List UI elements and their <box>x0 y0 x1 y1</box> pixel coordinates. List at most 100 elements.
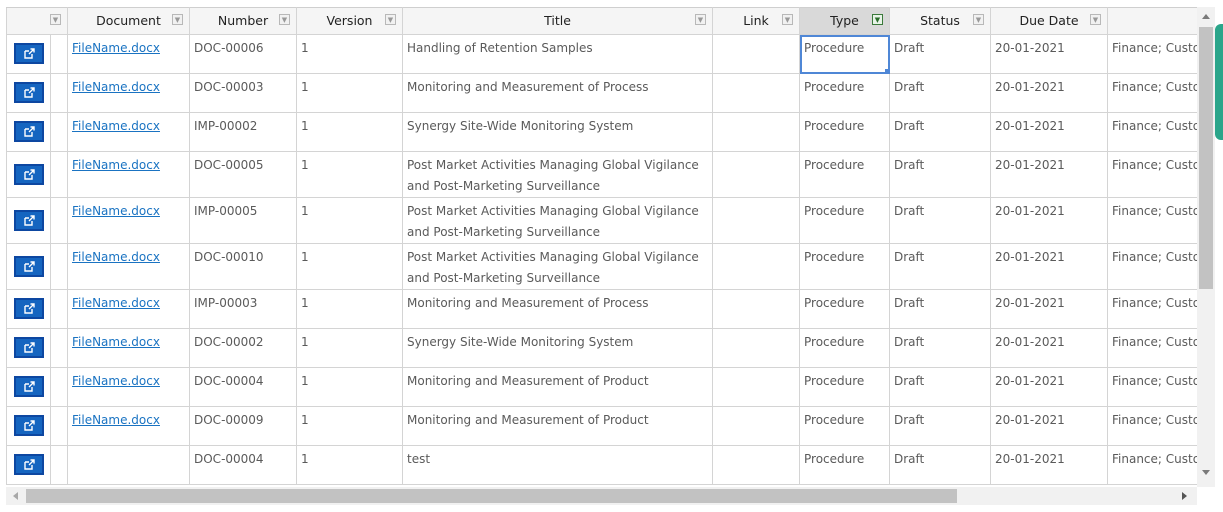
table-row[interactable]: FileName.docx DOC-00006 1 Handling of Reten… <box>6 34 1197 74</box>
type-cell[interactable]: Procedure <box>799 289 890 329</box>
due-date-cell[interactable]: 20-01-2021 <box>990 34 1108 74</box>
document-cell[interactable]: FileName.docx <box>67 197 190 244</box>
due-date-cell[interactable]: 20-01-2021 <box>990 445 1108 485</box>
document-link[interactable]: FileName.docx <box>72 374 160 388</box>
link-cell[interactable] <box>712 112 800 152</box>
table-row[interactable]: FileName.docx DOC-00009 1 Monitoring and Me… <box>6 406 1197 446</box>
column-header-status[interactable]: Status ▼ <box>889 7 991 35</box>
document-cell[interactable]: FileName.docx <box>67 243 190 290</box>
title-cell[interactable]: Handling of Retention Samples <box>402 34 713 74</box>
version-cell[interactable]: 1 <box>296 243 403 290</box>
link-cell[interactable] <box>712 73 800 113</box>
status-cell[interactable]: Draft <box>889 197 991 244</box>
document-link[interactable]: FileName.docx <box>72 296 160 310</box>
column-header-version[interactable]: Version ▼ <box>296 7 403 35</box>
due-date-cell[interactable]: 20-01-2021 <box>990 151 1108 198</box>
extra-cell[interactable]: Finance; Customer <box>1107 406 1197 446</box>
due-date-cell[interactable]: 20-01-2021 <box>990 367 1108 407</box>
version-cell[interactable]: 1 <box>296 34 403 74</box>
table-row[interactable]: FileName.docx DOC-00003 1 Monitoring and Me… <box>6 73 1197 113</box>
table-row[interactable]: FileName.docx IMP-00003 1 Monitoring and Me… <box>6 289 1197 329</box>
fill-handle[interactable] <box>885 69 889 73</box>
number-cell[interactable]: IMP-00003 <box>189 289 297 329</box>
extra-cell[interactable]: Finance; Customer <box>1107 289 1197 329</box>
version-cell[interactable]: 1 <box>296 197 403 244</box>
link-cell[interactable] <box>712 34 800 74</box>
table-row[interactable]: FileName.docx DOC-00004 1 Monitoring and Me… <box>6 367 1197 407</box>
document-cell[interactable]: FileName.docx <box>67 112 190 152</box>
open-document-button[interactable] <box>13 454 44 475</box>
status-cell[interactable]: Draft <box>889 112 991 152</box>
title-cell[interactable]: Monitoring and Measurement of Product <box>402 367 713 407</box>
type-cell[interactable]: Procedure <box>799 328 890 368</box>
table-row[interactable]: FileName.docx IMP-00002 1 Synergy Site-Wide… <box>6 112 1197 152</box>
version-cell[interactable]: 1 <box>296 73 403 113</box>
document-cell[interactable]: FileName.docx <box>67 367 190 407</box>
status-cell[interactable]: Draft <box>889 328 991 368</box>
number-cell[interactable]: IMP-00002 <box>189 112 297 152</box>
due-date-cell[interactable]: 20-01-2021 <box>990 112 1108 152</box>
number-cell[interactable]: DOC-00005 <box>189 151 297 198</box>
link-cell[interactable] <box>712 197 800 244</box>
number-cell[interactable]: DOC-00004 <box>189 367 297 407</box>
document-cell[interactable] <box>67 445 190 485</box>
extra-cell[interactable]: Finance; Customer <box>1107 445 1197 485</box>
status-cell[interactable]: Draft <box>889 367 991 407</box>
due-date-cell[interactable]: 20-01-2021 <box>990 289 1108 329</box>
version-cell[interactable]: 1 <box>296 112 403 152</box>
open-document-button[interactable] <box>13 415 44 436</box>
link-cell[interactable] <box>712 289 800 329</box>
status-cell[interactable]: Draft <box>889 73 991 113</box>
status-cell[interactable]: Draft <box>889 151 991 198</box>
version-cell[interactable]: 1 <box>296 289 403 329</box>
table-row[interactable]: FileName.docx DOC-00005 1 Post Market Activ… <box>6 151 1197 198</box>
due-date-cell[interactable]: 20-01-2021 <box>990 328 1108 368</box>
document-cell[interactable]: FileName.docx <box>67 328 190 368</box>
open-document-button[interactable] <box>13 163 44 185</box>
extra-cell[interactable]: Finance; Customer <box>1107 151 1197 198</box>
document-link[interactable]: FileName.docx <box>72 41 160 55</box>
filter-active-icon[interactable]: ▼ <box>872 14 883 25</box>
number-cell[interactable]: DOC-00004 <box>189 445 297 485</box>
link-cell[interactable] <box>712 328 800 368</box>
status-cell[interactable]: Draft <box>889 406 991 446</box>
open-document-button[interactable] <box>13 82 44 103</box>
open-document-button[interactable] <box>13 43 44 64</box>
open-document-button[interactable] <box>13 121 44 142</box>
due-date-cell[interactable]: 20-01-2021 <box>990 406 1108 446</box>
link-cell[interactable] <box>712 243 800 290</box>
type-cell[interactable]: Procedure <box>799 367 890 407</box>
extra-cell[interactable]: Finance; Customer <box>1107 34 1197 74</box>
scroll-left-icon[interactable] <box>13 492 18 500</box>
document-link[interactable]: FileName.docx <box>72 119 160 133</box>
horizontal-scrollbar[interactable] <box>6 487 1197 505</box>
column-header-actions[interactable]: ▼ <box>6 7 68 35</box>
number-cell[interactable]: DOC-00006 <box>189 34 297 74</box>
column-header-number[interactable]: Number ▼ <box>189 7 297 35</box>
document-cell[interactable]: FileName.docx <box>67 289 190 329</box>
filter-dropdown-icon[interactable]: ▼ <box>172 14 183 25</box>
due-date-cell[interactable]: 20-01-2021 <box>990 243 1108 290</box>
document-cell[interactable]: FileName.docx <box>67 34 190 74</box>
document-link[interactable]: FileName.docx <box>72 80 160 94</box>
type-cell[interactable]: Procedure <box>799 73 890 113</box>
vertical-scrollbar[interactable] <box>1197 7 1215 487</box>
document-link[interactable]: FileName.docx <box>72 250 160 264</box>
document-cell[interactable]: FileName.docx <box>67 406 190 446</box>
document-link[interactable]: FileName.docx <box>72 204 160 218</box>
extra-cell[interactable]: Finance; Customer <box>1107 367 1197 407</box>
table-row[interactable]: FileName.docx DOC-00010 1 Post Market Activ… <box>6 243 1197 290</box>
due-date-cell[interactable]: 20-01-2021 <box>990 197 1108 244</box>
scroll-right-icon[interactable] <box>1182 492 1187 500</box>
status-cell[interactable]: Draft <box>889 289 991 329</box>
status-cell[interactable]: Draft <box>889 445 991 485</box>
number-cell[interactable]: DOC-00002 <box>189 328 297 368</box>
title-cell[interactable]: test <box>402 445 713 485</box>
version-cell[interactable]: 1 <box>296 406 403 446</box>
open-document-button[interactable] <box>13 298 44 319</box>
document-link[interactable]: FileName.docx <box>72 413 160 427</box>
filter-dropdown-icon[interactable]: ▼ <box>973 14 984 25</box>
title-cell[interactable]: Monitoring and Measurement of Process <box>402 73 713 113</box>
document-cell[interactable]: FileName.docx <box>67 151 190 198</box>
number-cell[interactable]: IMP-00005 <box>189 197 297 244</box>
